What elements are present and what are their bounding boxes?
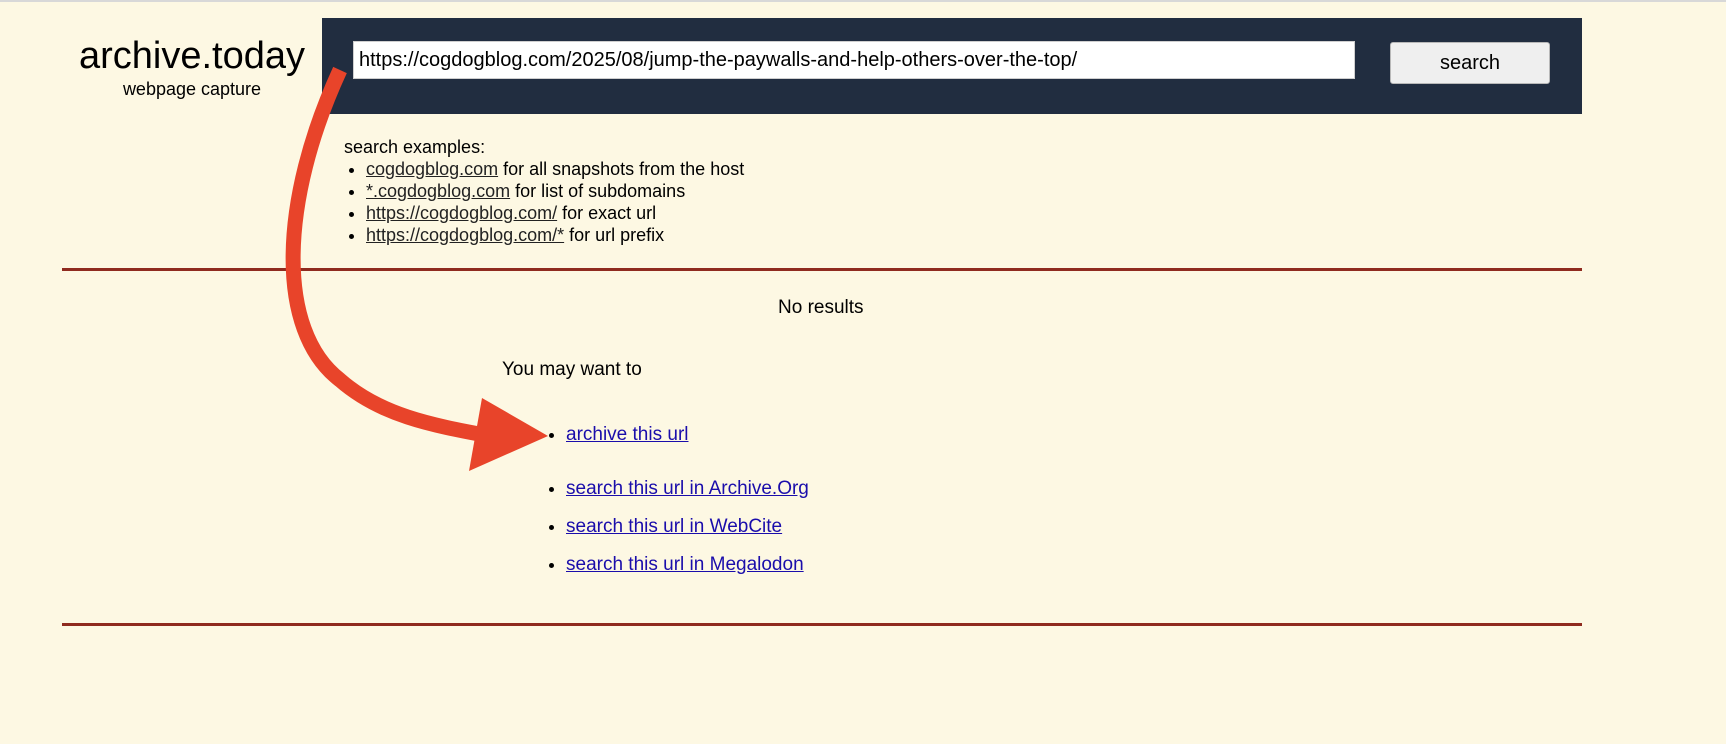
site-logo[interactable]: archive.today webpage capture: [64, 34, 320, 100]
example-item: cogdogblog.com for all snapshots from th…: [366, 158, 744, 180]
search-archive-org-link[interactable]: search this url in Archive.Org: [566, 478, 809, 499]
top-border: [0, 0, 1726, 2]
search-webcite-link[interactable]: search this url in WebCite: [566, 516, 782, 537]
example-item: *.cogdogblog.com for list of subdomains: [366, 180, 744, 202]
example-link-exact-url[interactable]: https://cogdogblog.com/: [366, 203, 557, 223]
example-description: for url prefix: [564, 225, 665, 245]
example-item: https://cogdogblog.com/* for url prefix: [366, 224, 744, 246]
example-description: for list of subdomains: [510, 181, 686, 201]
divider-top: [62, 268, 1582, 271]
suggestion-heading: You may want to: [502, 359, 642, 380]
logo-subtitle: webpage capture: [122, 79, 262, 99]
example-description: for exact url: [557, 203, 657, 223]
search-button[interactable]: search: [1390, 42, 1550, 84]
logo-title: archive.today: [78, 35, 305, 77]
action-item: search this url in Megalodon: [566, 554, 804, 576]
example-description: for all snapshots from the host: [498, 159, 745, 179]
divider-bottom: [62, 623, 1582, 626]
search-bar: search: [322, 18, 1582, 114]
action-item: search this url in Archive.Org: [566, 478, 809, 500]
url-search-input[interactable]: [353, 41, 1355, 79]
example-link-url-prefix[interactable]: https://cogdogblog.com/*: [366, 225, 564, 245]
action-item: archive this url: [566, 424, 689, 446]
search-examples: search examples: cogdogblog.com for all …: [344, 136, 744, 246]
example-link-host[interactable]: cogdogblog.com: [366, 159, 498, 179]
search-examples-heading: search examples:: [344, 137, 486, 157]
example-link-subdomains[interactable]: *.cogdogblog.com: [366, 181, 510, 201]
archive-url-link[interactable]: archive this url: [566, 424, 689, 445]
search-examples-list: cogdogblog.com for all snapshots from th…: [344, 158, 744, 246]
search-megalodon-link[interactable]: search this url in Megalodon: [566, 554, 804, 575]
example-item: https://cogdogblog.com/ for exact url: [366, 202, 744, 224]
no-results-message: No results: [778, 297, 864, 318]
action-item: search this url in WebCite: [566, 516, 782, 538]
